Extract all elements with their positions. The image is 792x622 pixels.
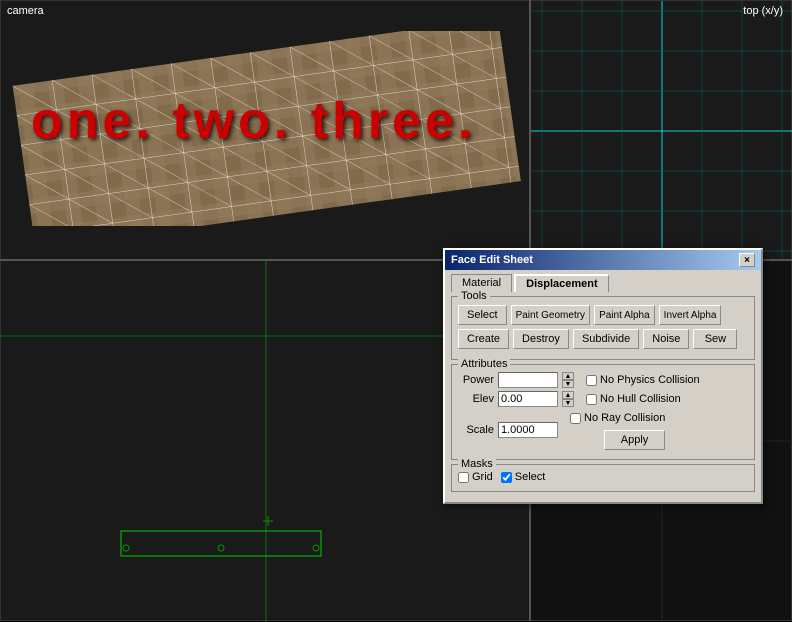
masks-group: Masks Grid Select: [451, 464, 755, 492]
grid-label: Grid: [472, 471, 493, 483]
camera-viewport: camera: [0, 0, 530, 260]
power-label: Power: [458, 374, 494, 386]
tools-group: Tools Select Paint Geometry Paint Alpha …: [451, 296, 755, 360]
create-button[interactable]: Create: [458, 329, 509, 349]
elev-input[interactable]: [498, 391, 558, 407]
mesh-canvas: one. two. three.: [11, 31, 521, 231]
tools-row-1: Select Paint Geometry Paint Alpha Invert…: [458, 305, 748, 325]
no-hull-collision-label: No Hull Collision: [600, 393, 681, 405]
power-spin-down[interactable]: ▼: [562, 380, 574, 388]
dialog-close-button[interactable]: ×: [739, 253, 755, 267]
mesh-overlay-text: one. two. three.: [31, 91, 476, 151]
face-edit-sheet-dialog: Face Edit Sheet × Material Displacement …: [443, 248, 763, 504]
scale-row: Scale No Ray Collision Apply: [458, 410, 748, 450]
select-button[interactable]: Select: [458, 305, 507, 325]
paint-alpha-button[interactable]: Paint Alpha: [594, 305, 655, 325]
scale-label: Scale: [458, 424, 494, 436]
dialog-tabs: Material Displacement: [451, 274, 755, 292]
elev-label: Elev: [458, 393, 494, 405]
scale-right: No Ray Collision Apply: [570, 410, 665, 450]
dialog-titlebar: Face Edit Sheet ×: [445, 250, 761, 270]
noise-button[interactable]: Noise: [643, 329, 689, 349]
select-checkbox[interactable]: [501, 472, 512, 483]
power-spinner: ▲ ▼: [562, 372, 574, 388]
select-label: Select: [515, 471, 546, 483]
scale-input[interactable]: [498, 422, 558, 438]
no-ray-collision-checkbox[interactable]: [570, 413, 581, 424]
hull-checkbox-row: No Hull Collision: [586, 391, 681, 407]
no-ray-collision-label: No Ray Collision: [584, 412, 665, 424]
top-grid-svg: [531, 1, 792, 261]
invert-alpha-button[interactable]: Invert Alpha: [659, 305, 722, 325]
sew-button[interactable]: Sew: [693, 329, 737, 349]
no-physics-collision-label: No Physics Collision: [600, 374, 700, 386]
dialog-content: Material Displacement Tools Select Paint…: [445, 270, 761, 502]
masks-checkboxes: Grid Select: [458, 469, 748, 485]
no-hull-collision-checkbox[interactable]: [586, 394, 597, 405]
destroy-button[interactable]: Destroy: [513, 329, 569, 349]
attributes-group: Attributes Power ▲ ▼ No Physics Collisio…: [451, 364, 755, 460]
elev-spin-down[interactable]: ▼: [562, 399, 574, 407]
dialog-title: Face Edit Sheet: [451, 254, 533, 266]
subdivide-button[interactable]: Subdivide: [573, 329, 639, 349]
camera-label: camera: [3, 3, 48, 19]
power-spin-up[interactable]: ▲: [562, 372, 574, 380]
masks-group-label: Masks: [458, 458, 496, 470]
no-physics-collision-checkbox[interactable]: [586, 375, 597, 386]
top-viewport-label: top (x/y): [739, 3, 787, 19]
power-row: Power ▲ ▼ No Physics Collision: [458, 372, 748, 388]
grid-checkbox[interactable]: [458, 472, 469, 483]
tools-row-2: Create Destroy Subdivide Noise Sew: [458, 329, 748, 349]
apply-button[interactable]: Apply: [604, 430, 666, 450]
elev-spin-up[interactable]: ▲: [562, 391, 574, 399]
attributes-group-label: Attributes: [458, 358, 510, 370]
tools-group-label: Tools: [458, 290, 490, 302]
tab-displacement[interactable]: Displacement: [514, 274, 609, 292]
elev-row: Elev ▲ ▼ No Hull Collision: [458, 391, 748, 407]
elev-spinner: ▲ ▼: [562, 391, 574, 407]
top-viewport: top (x/y): [530, 0, 792, 260]
power-input[interactable]: [498, 372, 558, 388]
paint-geometry-button[interactable]: Paint Geometry: [511, 305, 590, 325]
physics-checkbox-row: No Physics Collision: [586, 372, 700, 388]
